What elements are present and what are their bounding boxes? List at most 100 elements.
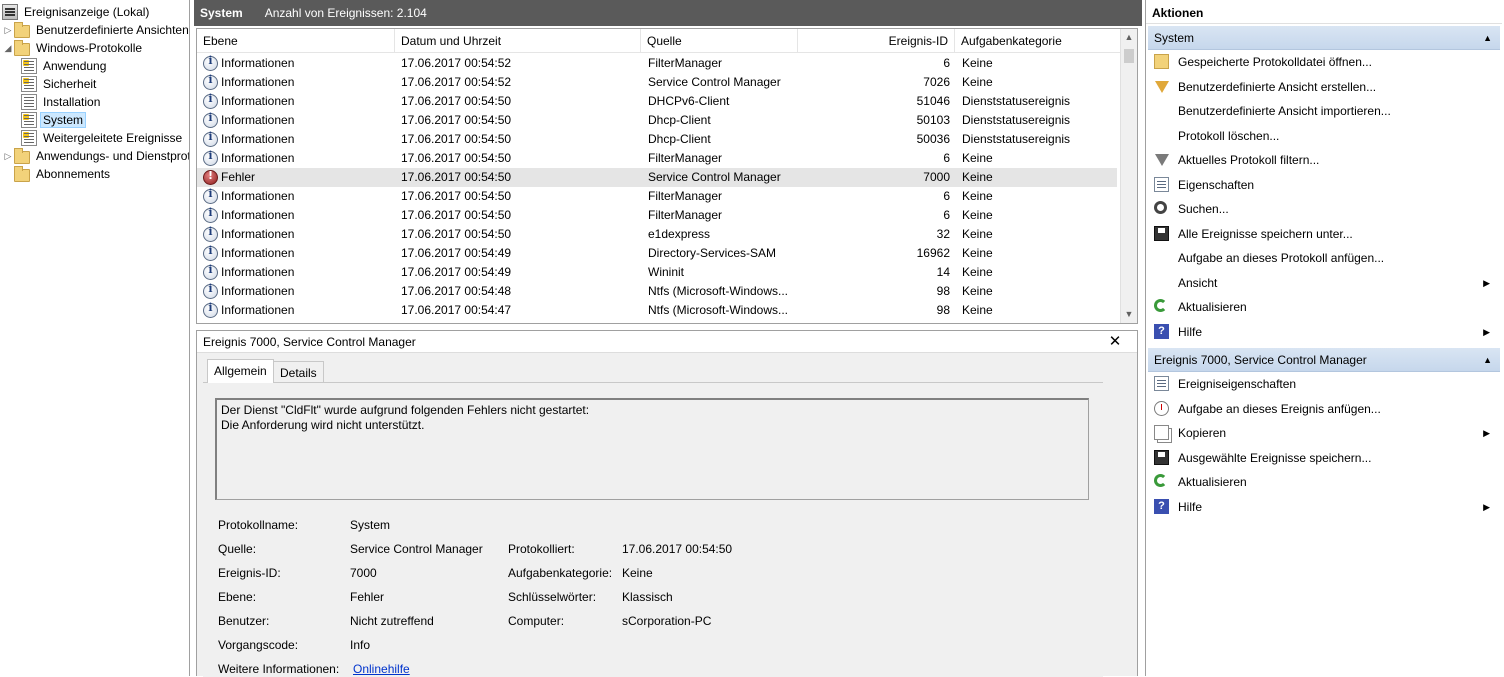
cell-task-category: Keine xyxy=(962,246,993,260)
scroll-thumb[interactable] xyxy=(1124,49,1134,63)
column-header-source[interactable]: Quelle xyxy=(641,29,798,53)
log-header-bar: System Anzahl von Ereignissen: 2.104 xyxy=(194,0,1142,26)
action-label: Benutzerdefinierte Ansicht erstellen... xyxy=(1178,79,1377,94)
value-opcode: Info xyxy=(350,638,371,652)
action-ausgewählte-ereignisse-speichern[interactable]: Ausgewählte Ereignisse speichern... xyxy=(1146,446,1502,470)
action-benutzerdefinierte-ansicht-erstellen[interactable]: Benutzerdefinierte Ansicht erstellen... xyxy=(1146,75,1502,99)
log-title: System xyxy=(200,6,243,20)
info-icon xyxy=(203,111,218,128)
action-ereigniseigenschaften[interactable]: Ereigniseigenschaften xyxy=(1146,372,1502,396)
tree-item-windows-protokolle[interactable]: ◢ Windows-Protokolle xyxy=(2,39,145,57)
action-kopieren[interactable]: Kopieren ▶ xyxy=(1146,421,1502,445)
collapse-icon[interactable]: ▲ xyxy=(1483,26,1492,50)
tree-item-system[interactable]: System xyxy=(21,111,87,129)
table-row[interactable]: Informationen 17.06.2017 00:54:49 Wininit 1… xyxy=(197,263,1117,282)
navigation-tree: Ereignisanzeige (Lokal) ▷ Benutzerdefinie… xyxy=(0,0,190,676)
action-aufgabe-an-dieses-protokoll-anfügen[interactable]: Aufgabe an dieses Protokoll anfügen... xyxy=(1146,246,1502,270)
tab-details[interactable]: Details xyxy=(273,361,324,383)
tree-item-weitergeleitete-ereignisse[interactable]: Weitergeleitete Ereignisse xyxy=(21,129,185,147)
action-label: Hilfe xyxy=(1178,499,1203,514)
cell-event-id: 6 xyxy=(943,189,950,203)
action-hilfe[interactable]: ? Hilfe ▶ xyxy=(1146,320,1502,344)
event-viewer-icon xyxy=(2,4,18,20)
table-row[interactable]: Fehler 17.06.2017 00:54:50 Service Control… xyxy=(197,168,1117,187)
action-aufgabe-an-dieses-ereignis-anfügen[interactable]: Aufgabe an dieses Ereignis anfügen... xyxy=(1146,397,1502,421)
info-icon xyxy=(203,263,218,280)
event-list-scrollbar[interactable]: ▲ ▼ xyxy=(1120,29,1137,323)
tree-expander-icon[interactable]: ▷ xyxy=(2,21,14,39)
action-label: Benutzerdefinierte Ansicht importieren..… xyxy=(1178,104,1391,118)
close-icon[interactable]: ✕ xyxy=(1107,333,1123,351)
tree-root[interactable]: Ereignisanzeige (Lokal) xyxy=(2,3,152,21)
cell-source: FilterManager xyxy=(648,56,723,70)
tree-item-anwendungs-und-dienstprotokolle[interactable]: ▷ Anwendungs- und Dienstprotokolle xyxy=(2,147,189,165)
cell-source: Ntfs (Microsoft-Windows... xyxy=(648,303,789,317)
column-header-event-id[interactable]: Ereignis-ID xyxy=(798,29,955,53)
info-icon xyxy=(203,92,218,109)
cell-task-category: Keine xyxy=(962,208,993,222)
tree-item-label: Abonnements xyxy=(36,167,111,181)
scroll-down-arrow-icon[interactable]: ▼ xyxy=(1121,306,1137,323)
section-header-system[interactable]: System ▲ xyxy=(1148,26,1500,50)
action-label: Aktualisieren xyxy=(1178,300,1247,314)
action-label: Gespeicherte Protokolldatei öffnen... xyxy=(1178,55,1372,69)
cell-task-category: Dienststatusereignis xyxy=(962,94,1071,108)
table-row[interactable]: Informationen 17.06.2017 00:54:50 e1dexpre… xyxy=(197,225,1117,244)
tree-item-abonnements[interactable]: Abonnements xyxy=(2,165,113,183)
section-header-event[interactable]: Ereignis 7000, Service Control Manager ▲ xyxy=(1148,348,1500,372)
action-aktualisieren[interactable]: Aktualisieren xyxy=(1146,470,1502,494)
save-icon xyxy=(1154,225,1169,241)
cell-level: Informationen xyxy=(221,265,295,279)
tree-item-installation[interactable]: Installation xyxy=(21,93,103,111)
save-icon xyxy=(1154,449,1169,465)
table-row[interactable]: Informationen 17.06.2017 00:54:50 FilterMa… xyxy=(197,149,1117,168)
column-header-task-category[interactable]: Aufgabenkategorie xyxy=(955,29,1122,53)
event-message[interactable]: Der Dienst "CldFlt" wurde aufgrund folge… xyxy=(215,398,1089,500)
custom-view-filter-icon xyxy=(1155,80,1169,93)
tree-item-anwendung[interactable]: Anwendung xyxy=(21,57,109,75)
cell-date: 17.06.2017 00:54:50 xyxy=(401,94,512,108)
tree-expander-icon[interactable]: ◢ xyxy=(2,39,14,57)
action-ansicht[interactable]: Ansicht ▶ xyxy=(1146,271,1502,295)
action-protokoll-löschen[interactable]: Protokoll löschen... xyxy=(1146,124,1502,148)
tree-expander-icon[interactable]: ▷ xyxy=(2,147,14,165)
table-row[interactable]: Informationen 17.06.2017 00:54:49 Director… xyxy=(197,244,1117,263)
online-help-link[interactable]: Onlinehilfe xyxy=(353,661,410,677)
value-keywords: Klassisch xyxy=(622,590,673,604)
table-row[interactable]: Informationen 17.06.2017 00:54:47 Ntfs (Mi… xyxy=(197,301,1117,320)
table-row[interactable]: Informationen 17.06.2017 00:54:50 Dhcp-Cli… xyxy=(197,111,1117,130)
label-keywords: Schlüsselwörter: xyxy=(508,590,597,604)
submenu-arrow-icon: ▶ xyxy=(1483,428,1490,438)
collapse-icon[interactable]: ▲ xyxy=(1483,348,1492,372)
action-aktuelles-protokoll-filtern[interactable]: Aktuelles Protokoll filtern... xyxy=(1146,148,1502,172)
cell-level: Informationen xyxy=(221,56,295,70)
action-alle-ereignisse-speichern-unter[interactable]: Alle Ereignisse speichern unter... xyxy=(1146,222,1502,246)
cell-source: DHCPv6-Client xyxy=(648,94,730,108)
column-header-date[interactable]: Datum und Uhrzeit xyxy=(395,29,641,53)
label-event-id: Ereignis-ID: xyxy=(218,566,281,580)
cell-event-id: 98 xyxy=(936,303,950,317)
action-eigenschaften[interactable]: Eigenschaften xyxy=(1146,173,1502,197)
folder-icon xyxy=(14,147,30,164)
cell-event-id: 50103 xyxy=(916,113,950,127)
filter-icon xyxy=(1155,154,1169,166)
action-suchen[interactable]: Suchen... xyxy=(1146,197,1502,221)
action-label: Alle Ereignisse speichern unter... xyxy=(1178,226,1353,241)
table-row[interactable]: Informationen 17.06.2017 00:54:48 Ntfs (Mi… xyxy=(197,282,1117,301)
event-list[interactable]: Ebene Datum und Uhrzeit Quelle Ereignis-… xyxy=(196,28,1138,324)
tab-general[interactable]: Allgemein xyxy=(207,359,274,383)
action-aktualisieren[interactable]: Aktualisieren xyxy=(1146,295,1502,319)
action-benutzerdefinierte-ansicht-importieren[interactable]: Benutzerdefinierte Ansicht importieren..… xyxy=(1146,99,1502,123)
tree-item-benutzerdefinierte-ansichten[interactable]: ▷ Benutzerdefinierte Ansichten xyxy=(2,21,189,39)
tree-item-sicherheit[interactable]: Sicherheit xyxy=(21,75,99,93)
table-row[interactable]: Informationen 17.06.2017 00:54:52 FilterMa… xyxy=(197,54,1117,73)
table-row[interactable]: Informationen 17.06.2017 00:54:50 FilterMa… xyxy=(197,206,1117,225)
table-row[interactable]: Informationen 17.06.2017 00:54:50 Dhcp-Cli… xyxy=(197,130,1117,149)
action-hilfe[interactable]: ? Hilfe ▶ xyxy=(1146,495,1502,519)
table-row[interactable]: Informationen 17.06.2017 00:54:50 DHCPv6-C… xyxy=(197,92,1117,111)
table-row[interactable]: Informationen 17.06.2017 00:54:50 FilterMa… xyxy=(197,187,1117,206)
column-header-level[interactable]: Ebene xyxy=(197,29,395,53)
scroll-up-arrow-icon[interactable]: ▲ xyxy=(1121,29,1137,46)
table-row[interactable]: Informationen 17.06.2017 00:54:52 Service … xyxy=(197,73,1117,92)
action-gespeicherte-protokolldatei-öffnen[interactable]: Gespeicherte Protokolldatei öffnen... xyxy=(1146,50,1502,74)
